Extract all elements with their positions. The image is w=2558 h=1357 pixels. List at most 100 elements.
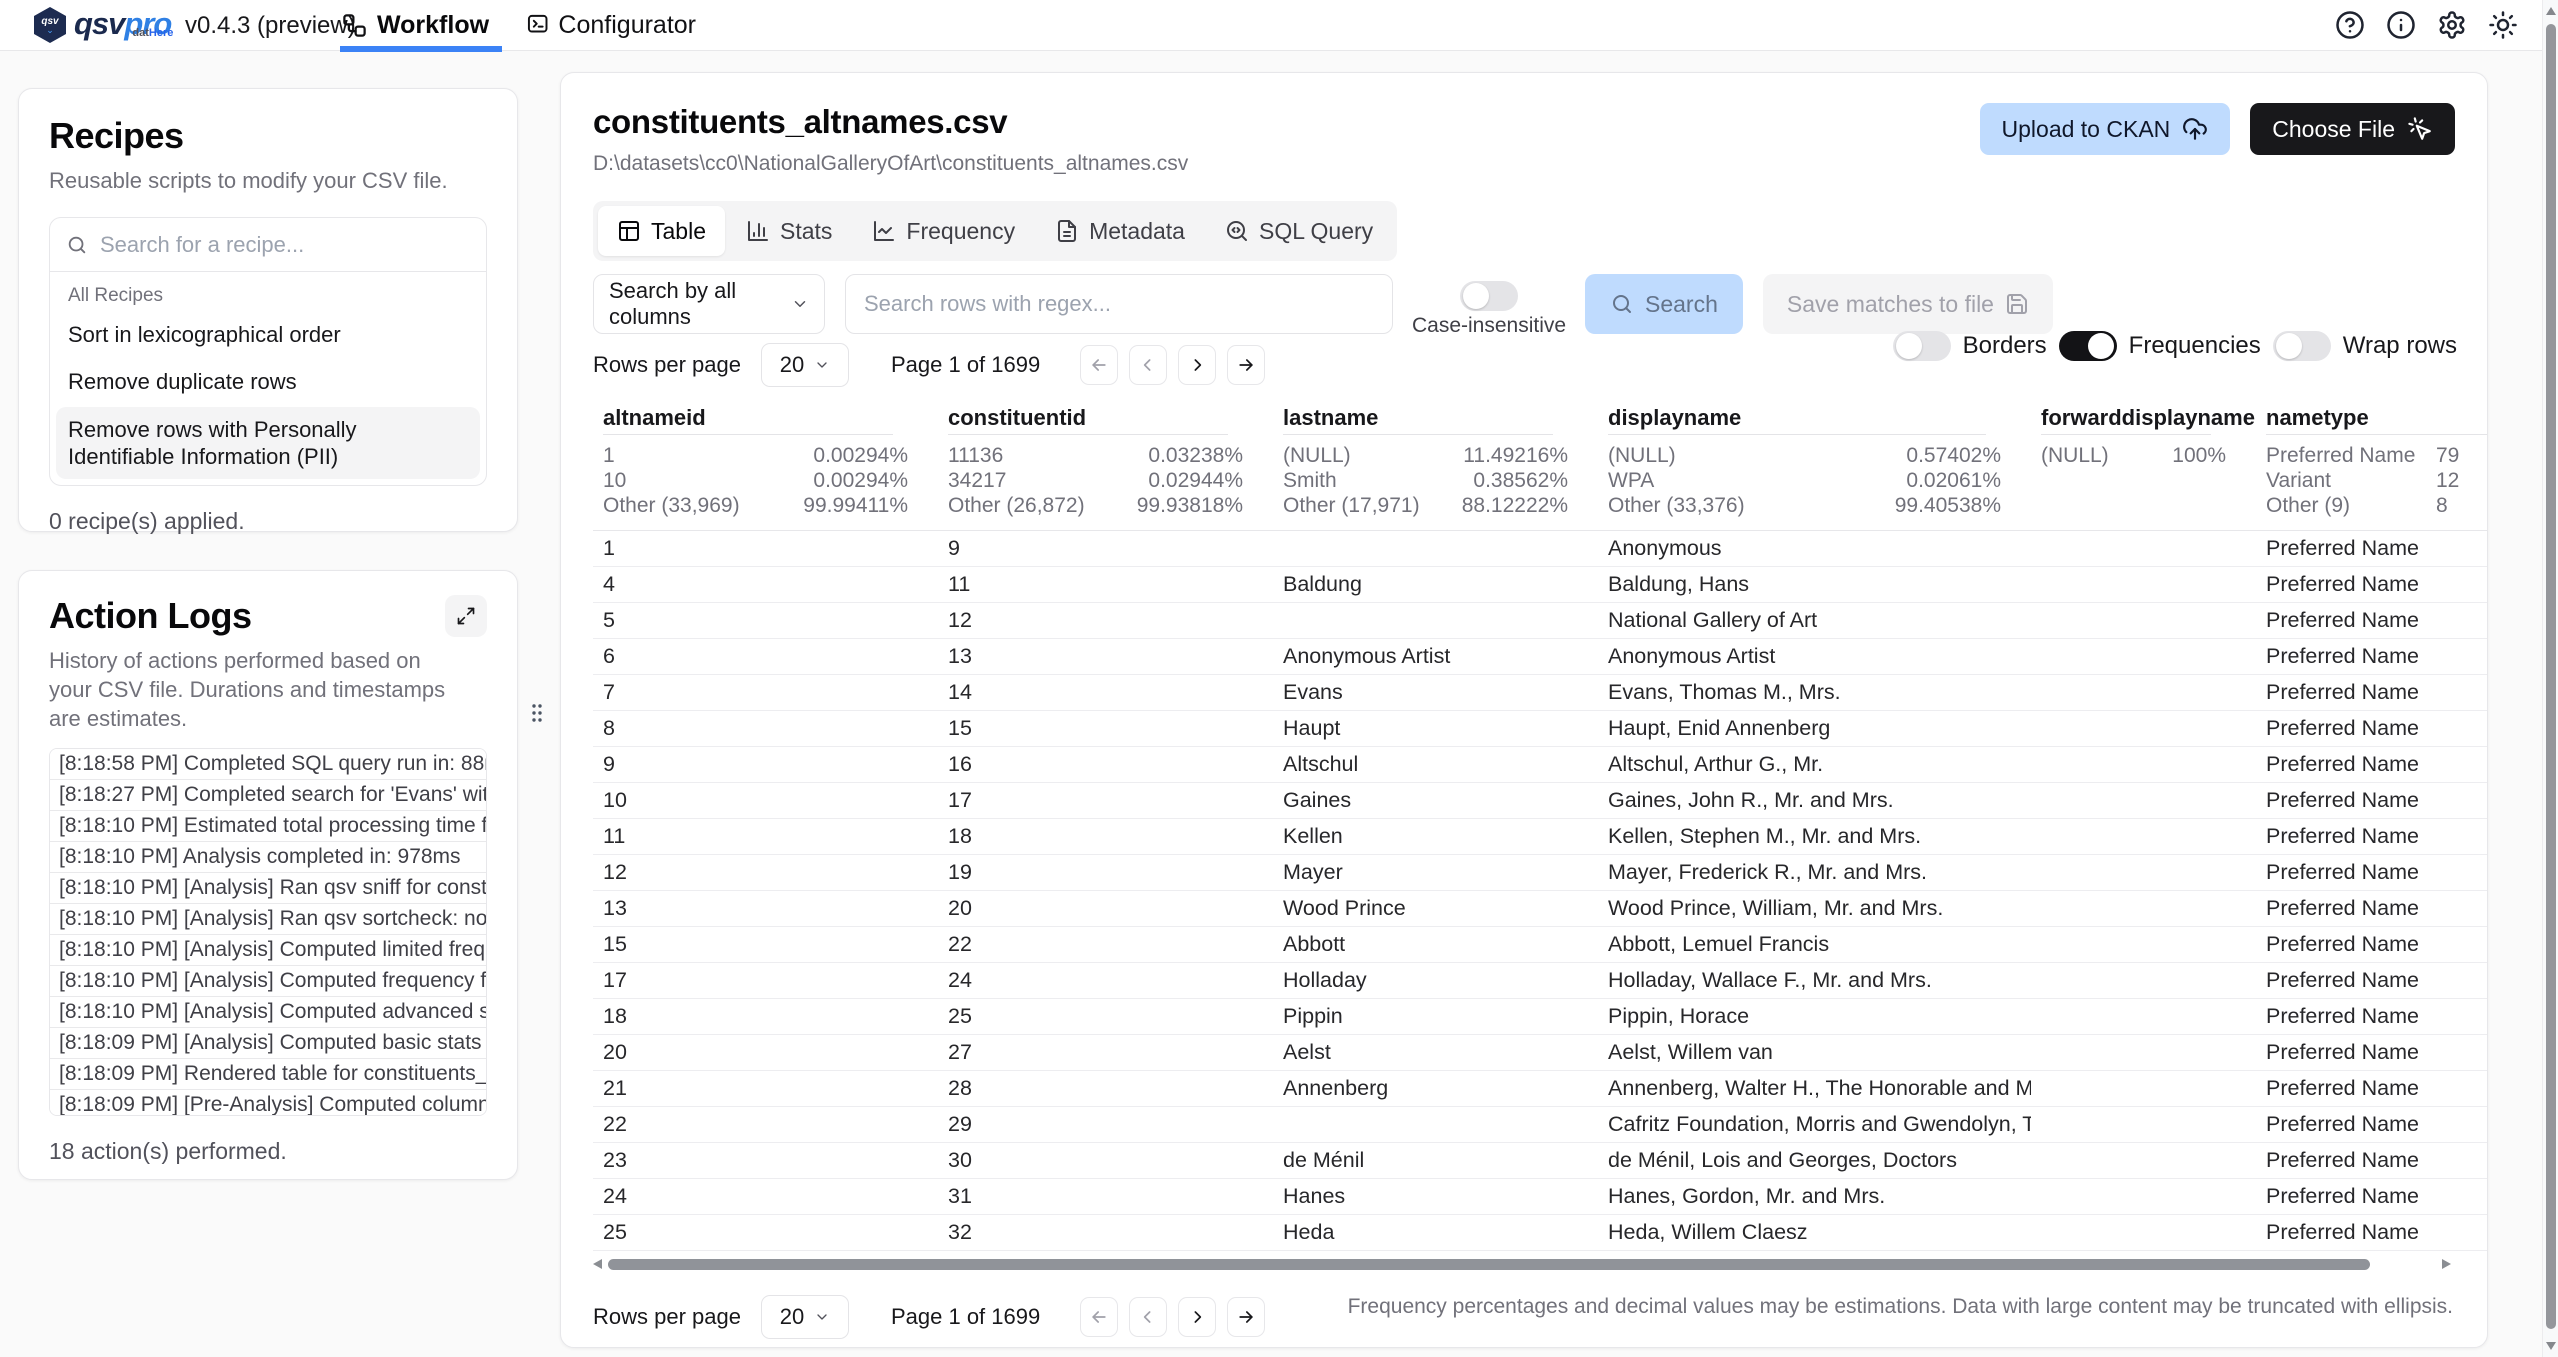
table-cell: 5 — [593, 603, 938, 638]
last-page-button[interactable] — [1227, 1297, 1265, 1337]
previous-page-button[interactable] — [1129, 345, 1167, 385]
recipe-item[interactable]: Remove duplicate rows — [50, 358, 486, 405]
tab-stats[interactable]: Stats — [727, 206, 851, 256]
recipe-search-input[interactable] — [100, 232, 470, 258]
save-matches-button[interactable]: Save matches to file — [1763, 274, 2053, 334]
column-header-forwarddisplayname[interactable]: forwarddisplayname — [2031, 401, 2256, 437]
table-cell: 9 — [938, 531, 1273, 566]
table-cell: 4 — [593, 567, 938, 602]
recipe-search-row — [50, 218, 486, 272]
table-cell: 24 — [593, 1179, 938, 1214]
table-cell — [2031, 747, 2256, 782]
rows-per-page-label: Rows per page — [593, 1304, 741, 1330]
table-cell — [2031, 567, 2256, 602]
table-cell: Mayer, Frederick R., Mr. and Mrs. — [1598, 855, 2031, 890]
frequency-value: 34217 — [948, 468, 1006, 493]
table-cell — [2031, 783, 2256, 818]
scroll-right-arrow[interactable] — [2442, 1259, 2451, 1269]
help-icon[interactable] — [2335, 10, 2365, 40]
table-cell: Aelst — [1273, 1035, 1598, 1070]
rows-per-page-select[interactable]: 20 — [761, 1295, 849, 1339]
frequency-line: 100.00294% — [593, 468, 938, 493]
table-icon — [617, 219, 641, 243]
recipe-item[interactable]: Remove rows with Personally Identifiable… — [56, 407, 480, 479]
next-page-button[interactable] — [1178, 1297, 1216, 1337]
gear-icon[interactable] — [2437, 10, 2467, 40]
frequency-percent: 0.57402% — [1906, 443, 2001, 468]
frequency-line: Preferred Name79 — [2256, 443, 2487, 468]
file-path: D:\datasets\cc0\NationalGalleryOfArt\con… — [593, 152, 1188, 176]
scrollbar-thumb[interactable] — [2546, 24, 2556, 1329]
first-page-button[interactable] — [1080, 345, 1118, 385]
table-cell: Kellen, Stephen M., Mr. and Mrs. — [1598, 819, 2031, 854]
nav-tab-configurator[interactable]: Configurator — [526, 0, 696, 51]
previous-page-button[interactable] — [1129, 1297, 1167, 1337]
first-page-button[interactable] — [1080, 1297, 1118, 1337]
upload-to-ckan-button[interactable]: Upload to CKAN — [1980, 103, 2231, 155]
header-underline — [1283, 434, 1553, 435]
table-row: 1825PippinPippin, HoracePreferred Name — [593, 999, 2487, 1035]
frequencies-toggle[interactable] — [2059, 331, 2117, 361]
frequency-value: (NULL) — [1283, 443, 1351, 468]
search-button[interactable]: Search — [1585, 274, 1743, 334]
frequency-percent: 12 — [2436, 468, 2459, 493]
panel-resize-grip-icon[interactable] — [528, 698, 546, 728]
chevron-left-icon — [1138, 355, 1158, 375]
log-entry: [8:18:58 PM] Completed SQL query run in:… — [50, 749, 486, 780]
scroll-up-arrow[interactable] — [2546, 7, 2556, 15]
sun-icon[interactable] — [2488, 10, 2518, 40]
table-cell: Anonymous — [1598, 531, 2031, 566]
toggle-label: Frequencies — [2129, 332, 2261, 360]
table-cell: Preferred Name — [2256, 747, 2487, 782]
page-scrollbar[interactable] — [2542, 0, 2558, 1357]
frequency-value: Variant — [2266, 468, 2331, 493]
info-icon[interactable] — [2386, 10, 2416, 40]
nav-tab-workflow[interactable]: Workflow — [341, 0, 501, 51]
table-cell: 1 — [593, 531, 938, 566]
expand-logs-button[interactable] — [445, 595, 487, 637]
table-view-toggles: BordersFrequenciesWrap rows — [1893, 331, 2457, 361]
column-header-nametype[interactable]: nametype — [2256, 401, 2487, 437]
next-page-button[interactable] — [1178, 345, 1216, 385]
rows-per-page-select[interactable]: 20 — [761, 343, 849, 387]
frequency-percent: 0.03238% — [1148, 443, 1243, 468]
table-cell: Preferred Name — [2256, 567, 2487, 602]
column-header-lastname[interactable]: lastname — [1273, 401, 1598, 437]
choose-file-button[interactable]: Choose File — [2250, 103, 2455, 155]
frequency-percent: 11.49216% — [1463, 443, 1568, 468]
search-scope-select[interactable]: Search by all columns — [593, 274, 825, 334]
page-info: Page 1 of 1699 — [891, 352, 1040, 378]
last-page-button[interactable] — [1227, 345, 1265, 385]
log-entry: [8:18:10 PM] [Analysis] Ran qsv sniff fo… — [50, 873, 486, 904]
column-header-constituentid[interactable]: constituentid — [938, 401, 1273, 437]
log-entry: [8:18:09 PM] [Analysis] Computed basic s… — [50, 1028, 486, 1059]
scroll-down-arrow[interactable] — [2546, 1342, 2556, 1350]
frequency-percent: 0.38562% — [1473, 468, 1568, 493]
case-insensitive-toggle[interactable] — [1460, 281, 1518, 311]
frequency-percent: 0.00294% — [813, 468, 908, 493]
regex-search-input[interactable] — [845, 274, 1393, 334]
scroll-left-arrow[interactable] — [593, 1259, 602, 1269]
tab-table[interactable]: Table — [598, 206, 725, 256]
log-list[interactable]: [8:18:58 PM] Completed SQL query run in:… — [49, 748, 487, 1116]
table-cell: Altschul, Arthur G., Mr. — [1598, 747, 2031, 782]
frequency-line: Other (33,969)99.99411% — [593, 493, 938, 518]
frequency-value: Other (9) — [2266, 493, 2350, 518]
tab-metadata[interactable]: Metadata — [1036, 206, 1204, 256]
recipes-panel: Recipes Reusable scripts to modify your … — [18, 88, 518, 532]
table-cell — [2031, 1215, 2256, 1250]
tab-sql-query[interactable]: SQL Query — [1206, 206, 1392, 256]
recipe-item[interactable]: Sort in lexicographical order — [50, 311, 486, 358]
table-cell: 13 — [593, 891, 938, 926]
column-header-altnameid[interactable]: altnameid — [593, 401, 938, 437]
tab-frequency[interactable]: Frequency — [853, 206, 1034, 256]
table-cell: 24 — [938, 963, 1273, 998]
borders-toggle[interactable] — [1893, 331, 1951, 361]
table-cell: Cafritz Foundation, Morris and Gwendolyn… — [1598, 1107, 2031, 1142]
column-header-displayname[interactable]: displayname — [1598, 401, 2031, 437]
table-horizontal-scrollbar[interactable] — [593, 1258, 2487, 1271]
wrap-rows-toggle[interactable] — [2273, 331, 2331, 361]
table-cell: Baldung, Hans — [1598, 567, 2031, 602]
recipes-applied-count: 0 recipe(s) applied. — [49, 508, 487, 535]
hscrollbar-thumb[interactable] — [608, 1259, 2370, 1270]
